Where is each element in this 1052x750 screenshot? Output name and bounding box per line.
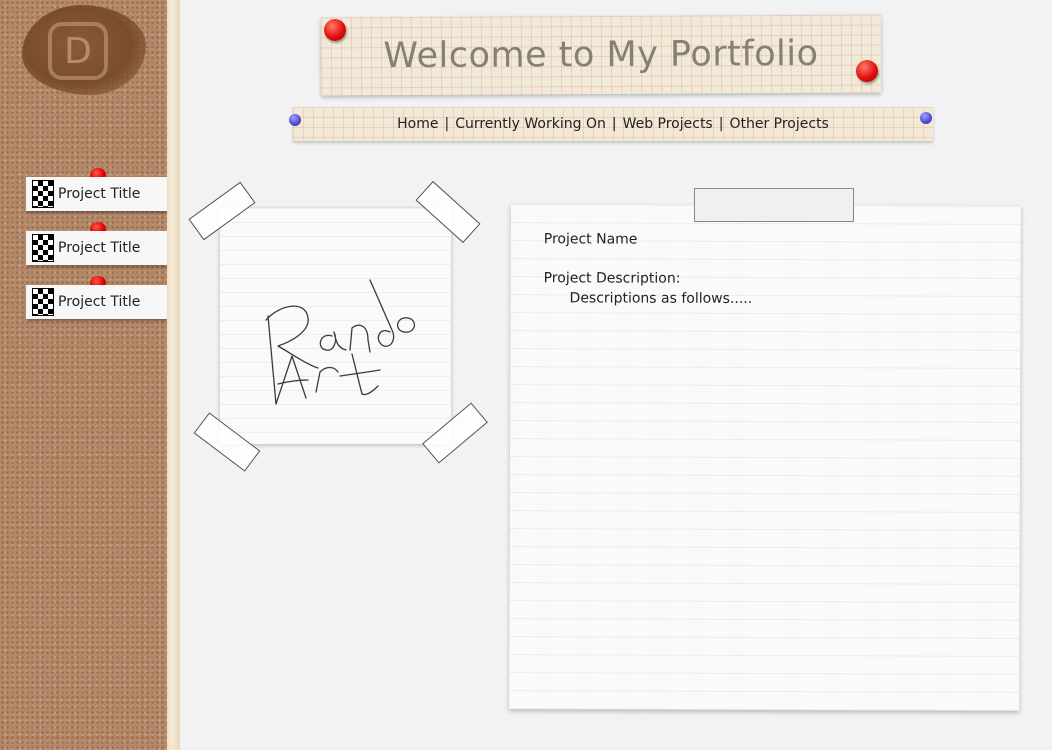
project-details-panel: Project Name Project Description: Descri… [509, 204, 1021, 711]
main-nav: Home | Currently Working On | Web Projec… [293, 107, 933, 141]
sidebar-item-label: Project Title [58, 240, 141, 256]
paper-tab [694, 188, 854, 222]
wood-divider [167, 0, 180, 750]
nav-home[interactable]: Home [397, 116, 438, 132]
pushpin-icon [289, 114, 301, 126]
nav-separator: | [718, 116, 724, 132]
pushpin-icon [324, 19, 346, 41]
pushpin-icon [856, 60, 878, 82]
logo-letter: D [64, 30, 92, 72]
sidebar-item-project-1[interactable]: Project Title [26, 177, 167, 211]
project-description-text: Descriptions as follows..... [569, 290, 753, 307]
project-preview-image[interactable] [220, 208, 451, 444]
page-title: Welcome to My Portfolio [383, 33, 819, 77]
project-thumbnail-icon [32, 288, 54, 316]
nav-currently-working-on[interactable]: Currently Working On [455, 116, 606, 132]
sidebar: D Project Title Project Title Project Ti… [0, 0, 167, 750]
handwritten-sketch [265, 279, 415, 405]
project-thumbnail-icon [32, 180, 54, 208]
sidebar-item-label: Project Title [58, 294, 141, 310]
project-thumbnail-icon [32, 234, 54, 262]
logo-d-icon[interactable]: D [48, 22, 108, 80]
header-banner: Welcome to My Portfolio [320, 14, 882, 96]
sidebar-item-project-3[interactable]: Project Title [26, 285, 167, 319]
sidebar-item-label: Project Title [58, 186, 141, 202]
nav-separator: | [444, 116, 450, 132]
nav-web-projects[interactable]: Web Projects [623, 116, 713, 132]
sidebar-item-project-2[interactable]: Project Title [26, 231, 167, 265]
project-description-label: Project Description: [543, 270, 681, 287]
nav-separator: | [611, 116, 617, 132]
pushpin-icon [920, 112, 932, 124]
project-name: Project Name [543, 231, 638, 248]
nav-other-projects[interactable]: Other Projects [729, 116, 828, 132]
